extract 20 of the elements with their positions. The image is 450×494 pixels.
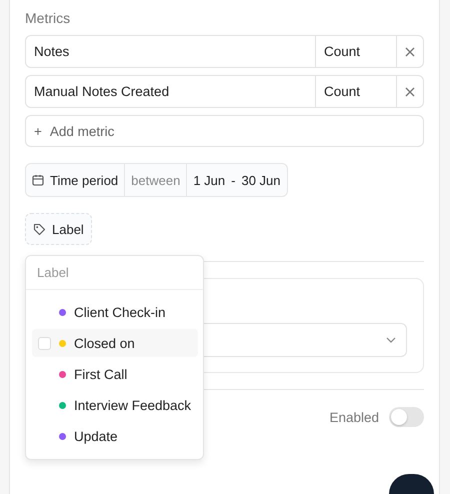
label-option[interactable]: Closed on [32, 329, 198, 357]
time-period-filter[interactable]: Time period between 1 Jun - 30 Jun [25, 163, 288, 197]
label-option[interactable]: First Call [32, 360, 198, 388]
search-field[interactable]: Label [26, 256, 203, 290]
label-option[interactable]: Interview Feedback [32, 391, 198, 419]
label-option[interactable]: Update [32, 422, 198, 450]
end-date: 30 Jun [241, 172, 281, 188]
section-title: Metrics [25, 10, 72, 26]
filter-label: Time period [50, 172, 118, 188]
date-separator: - [231, 172, 236, 188]
metric-name: Notes [33, 43, 70, 61]
label-filter-button[interactable]: Label [25, 213, 92, 245]
metric-name: Manual Notes Created [33, 83, 170, 101]
start-date: 1 Jun [193, 172, 226, 188]
label-option[interactable]: Client Check-in [32, 298, 198, 326]
toggle-label: Enabled [329, 410, 379, 424]
aggregation-select[interactable]: Count [315, 36, 396, 67]
aggregation-select[interactable]: Count [315, 76, 396, 107]
add-metric-button[interactable]: + Add metric [25, 115, 424, 147]
filter-operator: between [124, 164, 186, 196]
